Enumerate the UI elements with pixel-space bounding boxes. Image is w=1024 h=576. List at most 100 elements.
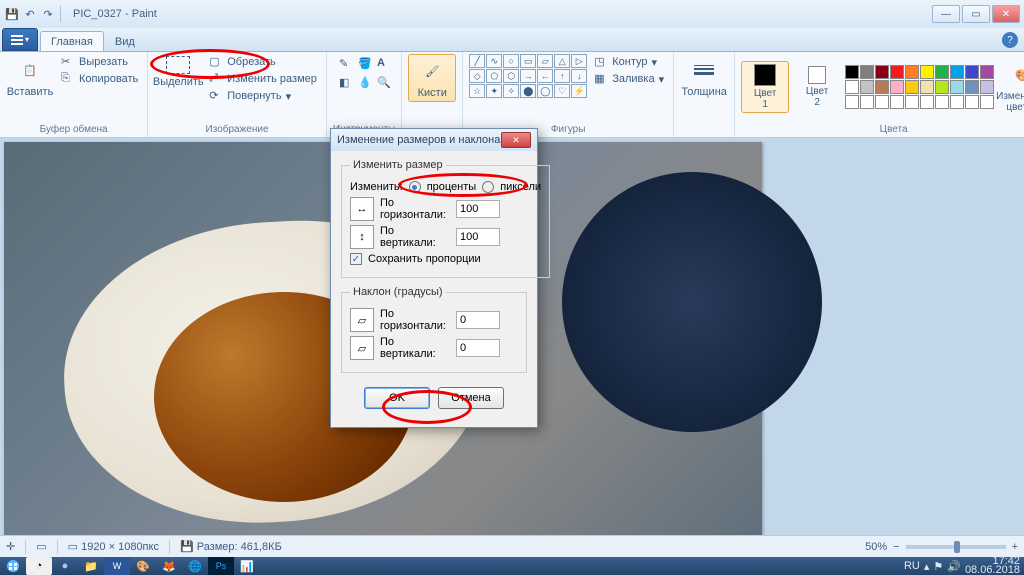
color-swatch[interactable] xyxy=(920,65,934,79)
color-swatch[interactable] xyxy=(905,65,919,79)
color-swatch[interactable] xyxy=(950,65,964,79)
outline-icon: ◳ xyxy=(594,55,608,69)
resize-legend: Изменить размер xyxy=(350,159,446,171)
taskbar-app[interactable]: ● xyxy=(52,557,78,575)
close-button[interactable]: ✕ xyxy=(992,5,1020,23)
color-swatch[interactable] xyxy=(965,80,979,94)
taskbar-app[interactable]: W xyxy=(104,557,130,575)
color-swatch[interactable] xyxy=(920,80,934,94)
color-swatch[interactable] xyxy=(875,80,889,94)
taskbar-app[interactable]: 📁 xyxy=(78,557,104,575)
color-swatch[interactable] xyxy=(980,80,994,94)
pencil-tool[interactable]: ✎ xyxy=(336,54,354,72)
color-swatch[interactable] xyxy=(935,65,949,79)
undo-icon[interactable]: ↶ xyxy=(22,6,38,22)
keep-ratio-checkbox[interactable]: ✓ xyxy=(350,253,362,265)
custom-color-slot[interactable] xyxy=(950,95,964,109)
color1-button[interactable]: Цвет 1 xyxy=(741,61,789,113)
color2-button[interactable]: Цвет 2 xyxy=(793,64,841,110)
horiz-value-input[interactable] xyxy=(456,200,500,218)
color-swatch[interactable] xyxy=(965,65,979,79)
dialog-titlebar[interactable]: Изменение размеров и наклона ✕ xyxy=(331,129,537,151)
custom-color-slot[interactable] xyxy=(875,95,889,109)
shapes-gallery[interactable]: ╱∿○▭▱△▷ ◇⬠⬡→←↑↓ ☆✦✧⬤◯♡⚡ xyxy=(469,54,587,98)
quick-access-toolbar: 💾 ↶ ↷ xyxy=(4,6,63,22)
cancel-button[interactable]: Отмена xyxy=(438,387,504,409)
help-button[interactable]: ? xyxy=(1002,32,1018,48)
dialog-close-button[interactable]: ✕ xyxy=(501,132,531,148)
shape-outline-button[interactable]: ◳Контур▾ xyxy=(591,54,667,70)
picker-tool[interactable]: 💧 xyxy=(355,73,373,91)
paste-button[interactable]: 📋 Вставить xyxy=(6,54,54,100)
save-icon[interactable]: 💾 xyxy=(4,6,20,22)
color-swatch[interactable] xyxy=(875,65,889,79)
cut-button[interactable]: ✂Вырезать xyxy=(58,54,141,70)
color-swatch[interactable] xyxy=(860,80,874,94)
custom-color-slot[interactable] xyxy=(980,95,994,109)
skew-fieldset: Наклон (градусы) ▱ По горизонтали: ▱ По … xyxy=(341,286,527,373)
color-swatch[interactable] xyxy=(845,65,859,79)
file-menu-button[interactable]: ▾ xyxy=(2,28,38,51)
color-swatch[interactable] xyxy=(950,80,964,94)
color-palette[interactable] xyxy=(845,65,994,109)
color-swatch[interactable] xyxy=(980,65,994,79)
custom-color-slot[interactable] xyxy=(890,95,904,109)
vert-skew-icon: ▱ xyxy=(350,336,374,360)
resize-button[interactable]: ⤢Изменить размер xyxy=(206,71,320,87)
copy-button[interactable]: ⎘Копировать xyxy=(58,71,141,87)
tab-main[interactable]: Главная xyxy=(40,31,104,51)
shape-fill-button[interactable]: ▦Заливка▾ xyxy=(591,71,667,87)
taskbar-app[interactable]: ◔ xyxy=(26,557,52,575)
custom-color-slot[interactable] xyxy=(965,95,979,109)
custom-color-slot[interactable] xyxy=(860,95,874,109)
custom-color-slot[interactable] xyxy=(935,95,949,109)
zoom-out-button[interactable]: − xyxy=(893,541,899,553)
tray-icon[interactable]: 🔊 xyxy=(947,560,961,573)
taskbar-app[interactable]: 🌐 xyxy=(182,557,208,575)
group-brushes: 🖌 Кисти xyxy=(402,52,463,137)
color-swatch[interactable] xyxy=(935,80,949,94)
redo-icon[interactable]: ↷ xyxy=(40,6,56,22)
custom-color-slot[interactable] xyxy=(920,95,934,109)
crop-button[interactable]: ▢Обрезать xyxy=(206,54,320,70)
eraser-tool[interactable]: ◧ xyxy=(336,73,354,91)
minimize-button[interactable]: — xyxy=(932,5,960,23)
tray-icon[interactable]: ▴ xyxy=(924,560,930,573)
custom-color-slot[interactable] xyxy=(845,95,859,109)
custom-color-slot[interactable] xyxy=(905,95,919,109)
maximize-button[interactable]: ▭ xyxy=(962,5,990,23)
color-swatch[interactable] xyxy=(890,80,904,94)
thickness-button[interactable]: Толщина xyxy=(680,54,728,100)
vert-value-input[interactable] xyxy=(456,228,500,246)
color-swatch[interactable] xyxy=(890,65,904,79)
taskbar-app[interactable]: 🎨 xyxy=(130,557,156,575)
zoom-tool[interactable]: 🔍 xyxy=(374,73,392,91)
vert-resize-icon: ↕ xyxy=(350,225,374,249)
tray-icon[interactable]: ⚑ xyxy=(933,560,943,573)
windows-taskbar[interactable]: ◔ ● 📁 W 🎨 🦊 🌐 Ps 📊 RU ▴ ⚑ 🔊 17:42 08.06.… xyxy=(0,557,1024,575)
start-button[interactable] xyxy=(0,557,26,575)
zoom-slider[interactable] xyxy=(906,545,1006,549)
tab-view[interactable]: Вид xyxy=(104,31,146,51)
taskbar-app[interactable]: 🦊 xyxy=(156,557,182,575)
color-swatch[interactable] xyxy=(905,80,919,94)
color-swatch[interactable] xyxy=(845,80,859,94)
percent-radio[interactable] xyxy=(409,181,421,193)
taskbar-app[interactable]: Ps xyxy=(208,557,234,575)
zoom-in-button[interactable]: + xyxy=(1012,541,1018,553)
skew-v-input[interactable] xyxy=(456,339,500,357)
ribbon: 📋 Вставить ✂Вырезать ⎘Копировать Буфер о… xyxy=(0,52,1024,138)
rotate-button[interactable]: ⟳Повернуть▾ xyxy=(206,88,320,104)
select-button[interactable]: Выделить xyxy=(154,54,202,90)
taskbar-app[interactable]: 📊 xyxy=(234,557,260,575)
brushes-button[interactable]: 🖌 Кисти xyxy=(408,54,456,102)
skew-h-input[interactable] xyxy=(456,311,500,329)
fill-tool[interactable]: 🪣 xyxy=(355,54,373,72)
text-tool[interactable]: A xyxy=(374,54,392,72)
pixels-radio[interactable] xyxy=(482,181,494,193)
color-swatch[interactable] xyxy=(860,65,874,79)
tray-lang[interactable]: RU xyxy=(904,560,920,572)
group-label: Буфер обмена xyxy=(40,123,108,137)
ok-button[interactable]: OK xyxy=(364,387,430,409)
edit-colors-button[interactable]: 🎨 Изменение цветов xyxy=(998,59,1024,115)
